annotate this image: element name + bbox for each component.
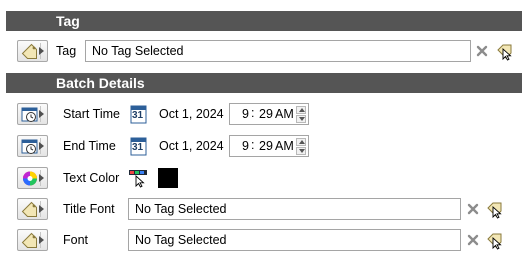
end-ampm[interactable]: AM	[275, 139, 294, 153]
title-font-row: Title Font No Tag Selected	[0, 197, 529, 223]
tag-source-button[interactable]	[17, 40, 48, 62]
end-time-source-button[interactable]	[17, 135, 48, 157]
font-label: Font	[63, 233, 89, 247]
end-minute[interactable]: 29	[259, 139, 273, 153]
text-color-label: Text Color	[63, 171, 120, 185]
end-date-calendar-icon[interactable]: 31	[130, 136, 147, 156]
start-time-picker[interactable]: 9 : 29 AM	[229, 103, 309, 125]
font-row: Font No Tag Selected	[0, 228, 529, 254]
tag-section-header: Tag	[6, 11, 522, 31]
tag-icon	[21, 232, 39, 249]
start-time-label: Start Time	[63, 107, 120, 121]
calendar-day-number: 31	[132, 110, 144, 121]
end-time-label: End Time	[63, 139, 116, 153]
start-ampm[interactable]: AM	[275, 107, 294, 121]
font-source-button[interactable]	[17, 229, 48, 251]
tag-field[interactable]: No Tag Selected	[85, 40, 471, 62]
start-minute[interactable]: 29	[259, 107, 273, 121]
up-arrow-icon	[299, 108, 305, 112]
clock-calendar-icon	[21, 106, 39, 123]
start-hour[interactable]: 9	[242, 107, 249, 121]
batch-details-header: Batch Details	[6, 73, 522, 93]
end-hour[interactable]: 9	[242, 139, 249, 153]
time-separator: :	[251, 106, 255, 120]
tag-label: Tag	[56, 44, 77, 58]
dropdown-arrow-icon	[39, 205, 44, 213]
start-time-up-button[interactable]	[296, 106, 306, 114]
start-time-down-button[interactable]	[296, 115, 306, 123]
clear-title-font-icon[interactable]	[467, 203, 479, 215]
select-title-font-icon[interactable]	[485, 200, 504, 219]
font-field[interactable]: No Tag Selected	[128, 229, 461, 251]
down-arrow-icon	[299, 117, 305, 121]
text-color-swatch[interactable]	[158, 168, 178, 188]
color-picker-icon[interactable]	[128, 168, 148, 188]
title-font-label: Title Font	[63, 202, 115, 216]
start-date-value[interactable]: Oct 1, 2024	[159, 107, 224, 121]
down-arrow-icon	[299, 149, 305, 153]
dropdown-arrow-icon	[39, 236, 44, 244]
dropdown-arrow-icon	[39, 174, 44, 182]
clear-font-icon[interactable]	[467, 234, 479, 246]
clear-tag-icon[interactable]	[476, 45, 488, 57]
calendar-day-number: 31	[132, 142, 144, 153]
title-font-source-button[interactable]	[17, 198, 48, 220]
end-time-up-button[interactable]	[296, 138, 306, 146]
dropdown-arrow-icon	[39, 110, 44, 118]
tag-icon	[21, 43, 39, 60]
clock-calendar-icon	[21, 138, 39, 155]
text-color-source-button[interactable]	[17, 167, 48, 189]
tag-icon	[21, 201, 39, 218]
end-time-row: End Time 31 Oct 1, 2024 9 : 29 AM	[0, 134, 529, 160]
end-time-down-button[interactable]	[296, 147, 306, 155]
title-font-field[interactable]: No Tag Selected	[128, 198, 461, 220]
dropdown-arrow-icon	[39, 142, 44, 150]
select-tag-icon[interactable]	[495, 42, 514, 61]
time-separator: :	[251, 138, 255, 152]
dropdown-arrow-icon	[39, 47, 44, 55]
select-font-icon[interactable]	[485, 231, 504, 250]
start-time-source-button[interactable]	[17, 103, 48, 125]
tag-row: Tag No Tag Selected	[0, 39, 529, 65]
color-wheel-icon	[21, 170, 39, 187]
end-date-value[interactable]: Oct 1, 2024	[159, 139, 224, 153]
up-arrow-icon	[299, 140, 305, 144]
start-time-row: Start Time 31 Oct 1, 2024 9 : 29 AM	[0, 102, 529, 128]
end-time-picker[interactable]: 9 : 29 AM	[229, 135, 309, 157]
text-color-row: Text Color	[0, 166, 529, 192]
start-date-calendar-icon[interactable]: 31	[130, 104, 147, 124]
